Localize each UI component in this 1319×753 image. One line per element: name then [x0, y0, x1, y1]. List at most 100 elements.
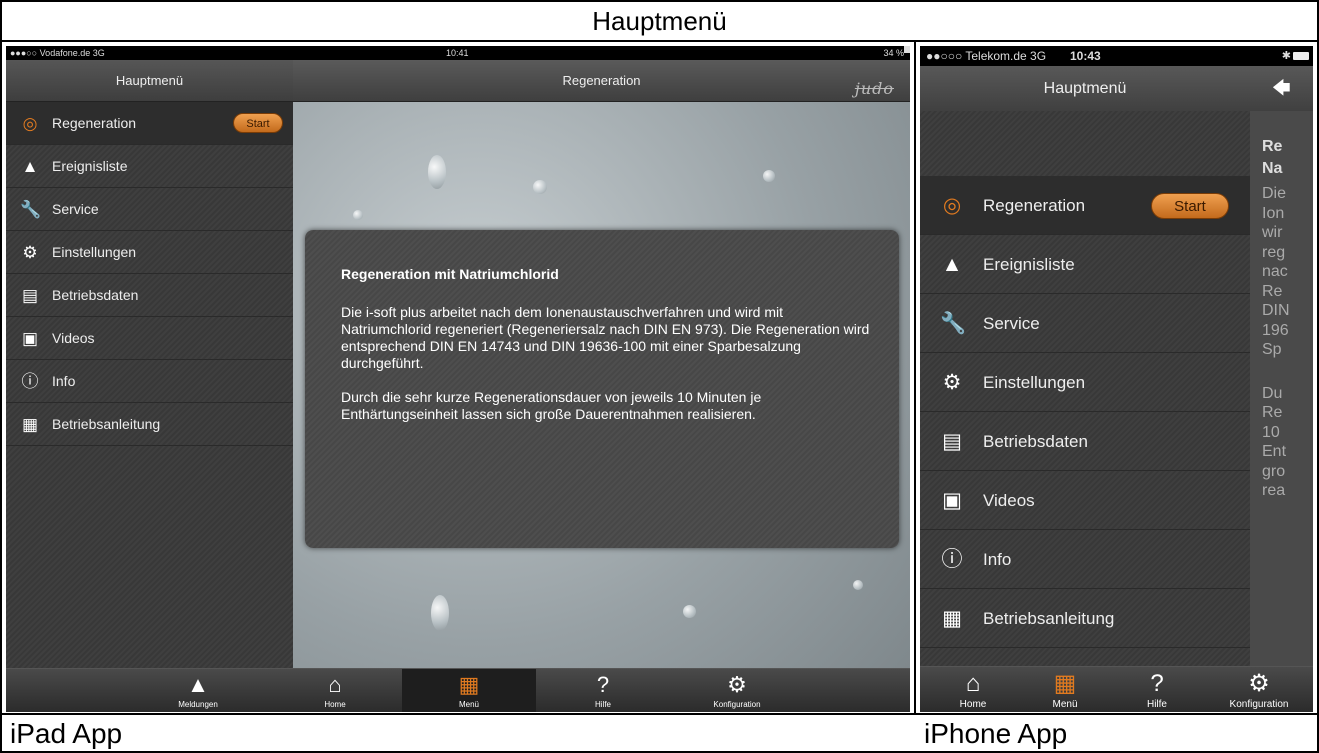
water-drop-decoration	[353, 210, 363, 220]
menu-item-videos[interactable]: ▣ Videos	[6, 317, 293, 360]
home-icon: ⌂	[965, 670, 981, 697]
sidebar-title: Hauptmenü	[6, 60, 293, 102]
status-bar: ●●○○○ Telekom.de 3G 10:43 ✱	[920, 46, 1313, 66]
menu-item-regeneration[interactable]: ◎ Regeneration Start	[920, 176, 1250, 235]
menu-item-label: Betriebsanleitung	[52, 416, 161, 432]
back-arrow-icon[interactable]: 🡄	[1250, 66, 1313, 111]
start-button[interactable]: Start	[233, 113, 283, 133]
info-dialog: Regeneration mit Natriumchlorid Die i-so…	[305, 230, 899, 548]
menu-item-betriebsanleitung[interactable]: ▦ Betriebsanleitung	[920, 589, 1250, 648]
tab-label: Menü	[458, 700, 479, 709]
menu-item-betriebsdaten[interactable]: ▤ Betriebsdaten	[920, 412, 1250, 471]
menu-item-label: Betriebsdaten	[52, 287, 139, 303]
water-drop-decoration	[683, 605, 696, 618]
tab-home[interactable]: ⌂ Home	[268, 669, 402, 712]
sidebar: Hauptmenü ◎ Regeneration Start ▲ Ereignislis…	[920, 66, 1250, 666]
tab-label: Meldungen	[178, 700, 218, 709]
carrier-text: ●●○○○ Telekom.de 3G	[926, 49, 1047, 63]
start-button[interactable]: Start	[1151, 193, 1229, 219]
tab-bar: ▲ Meldungen ⌂ Home ▦ Menü ? Hilfe ⚙ Konfiguration	[6, 668, 910, 712]
menu-item-label: Betriebsanleitung	[983, 609, 1115, 628]
menu-item-label: Info	[52, 373, 76, 389]
grid-icon: ▦	[458, 672, 480, 697]
home-icon: ⌂	[328, 672, 342, 697]
tab-konfiguration[interactable]: ⚙ Konfiguration	[670, 669, 804, 712]
warning-triangle-icon: ▲	[941, 253, 963, 276]
carrier-text: ●●●○○ Vodafone.de 3G	[10, 48, 105, 58]
manual-icon: ▦	[942, 607, 962, 630]
figure-title: Hauptmenü	[2, 2, 1317, 42]
tab-label: Menü	[1052, 699, 1078, 710]
menu-item-label: Info	[983, 550, 1012, 569]
menu-item-einstellungen[interactable]: ⚙ Einstellungen	[920, 353, 1250, 412]
wrench-icon: 🔧	[940, 312, 967, 335]
content-area: Regeneration judo Regeneration mit Natri…	[293, 60, 910, 668]
menu-item-service[interactable]: 🔧 Service	[920, 294, 1250, 353]
question-icon: ?	[1150, 670, 1164, 697]
menu-item-betriebsdaten[interactable]: ▤ Betriebsdaten	[6, 274, 293, 317]
caption-iphone: iPhone App	[924, 718, 1068, 749]
caption-divider	[2, 713, 1317, 715]
warning-triangle-icon: ▲	[187, 672, 209, 697]
camera-icon: ▣	[942, 489, 962, 512]
menu-item-label: Betriebsdaten	[983, 432, 1088, 451]
tab-label: Home	[959, 699, 987, 710]
tab-label: Konfiguration	[1229, 699, 1289, 710]
water-drop-decoration	[853, 580, 863, 590]
document-icon: ▤	[942, 430, 962, 453]
clock-text: 10:43	[1070, 49, 1101, 63]
warning-triangle-icon: ▲	[21, 157, 39, 176]
peek-text: Die Ion wir reg nac Re DIN 196 Sp	[1262, 185, 1290, 358]
caption-ipad: iPad App	[10, 718, 123, 749]
battery-icon	[1293, 52, 1309, 60]
tab-menü[interactable]: ▦ Menü	[1020, 667, 1110, 712]
peek-title: Re Na	[1262, 138, 1283, 177]
menu-item-label: Ereignisliste	[983, 255, 1075, 274]
menu-item-info[interactable]: ⓘ Info	[6, 360, 293, 403]
tab-label: Konfiguration	[713, 700, 761, 709]
tab-hilfe[interactable]: ? Hilfe	[536, 669, 670, 712]
spiral-icon: ◎	[22, 114, 38, 133]
ipad-screen: ●●●○○ Vodafone.de 3G 10:41 34 % Hauptmen…	[6, 46, 910, 712]
column-divider	[914, 42, 916, 715]
content-peek: 🡄 Re Na Die Ion wir reg nac Re DIN 196 S…	[1250, 66, 1313, 666]
menu-item-betriebsanleitung[interactable]: ▦ Betriebsanleitung	[6, 403, 293, 446]
menu-item-regeneration[interactable]: ◎ Regeneration Start	[6, 102, 293, 145]
clock-text: 10:41	[446, 48, 469, 58]
status-bar: ●●●○○ Vodafone.de 3G 10:41 34 %	[6, 46, 910, 60]
info-icon: ⓘ	[941, 548, 963, 571]
tab-konfiguration[interactable]: ⚙ Konfiguration	[1214, 667, 1304, 712]
menu-item-service[interactable]: 🔧 Service	[6, 188, 293, 231]
menu-item-label: Einstellungen	[983, 373, 1086, 392]
tab-menü[interactable]: ▦ Menü	[402, 669, 536, 712]
water-drop-decoration	[428, 155, 446, 189]
menu-item-ereignisliste[interactable]: ▲ Ereignisliste	[920, 235, 1250, 294]
menu-item-label: Einstellungen	[52, 244, 137, 260]
menu-item-label: Videos	[52, 330, 95, 346]
camera-icon: ▣	[21, 329, 39, 348]
tab-meldungen[interactable]: ▲ Meldungen	[131, 669, 265, 712]
tab-bar: ⌂ Home ▦ Menü ? Hilfe ⚙ Konfiguration	[920, 666, 1313, 712]
menu-item-label: Service	[52, 201, 99, 217]
gears-icon: ⚙	[1248, 670, 1270, 697]
menu-item-label: Ereignisliste	[52, 158, 128, 174]
menu-item-einstellungen[interactable]: ⚙ Einstellungen	[6, 231, 293, 274]
gears-icon: ⚙	[942, 371, 962, 394]
tab-home[interactable]: ⌂ Home	[928, 667, 1018, 712]
tab-label: Hilfe	[594, 700, 611, 709]
peek-text: Du Re 10 Ent gro rea	[1262, 384, 1287, 500]
water-drop-decoration	[763, 170, 775, 182]
menu-item-ereignisliste[interactable]: ▲ Ereignisliste	[6, 145, 293, 188]
battery-icon	[904, 46, 910, 53]
menu-item-label: Service	[983, 314, 1040, 333]
menu-item-label: Regeneration	[983, 196, 1086, 215]
manual-icon: ▦	[21, 415, 39, 434]
tab-hilfe[interactable]: ? Hilfe	[1112, 667, 1202, 712]
water-drop-decoration	[533, 180, 547, 194]
sidebar-title: Hauptmenü	[920, 66, 1250, 111]
menu-item-label: Videos	[983, 491, 1035, 510]
menu-item-videos[interactable]: ▣ Videos	[920, 471, 1250, 530]
grid-icon: ▦	[1053, 670, 1077, 697]
menu-item-info[interactable]: ⓘ Info	[920, 530, 1250, 589]
spiral-icon: ◎	[942, 194, 962, 217]
